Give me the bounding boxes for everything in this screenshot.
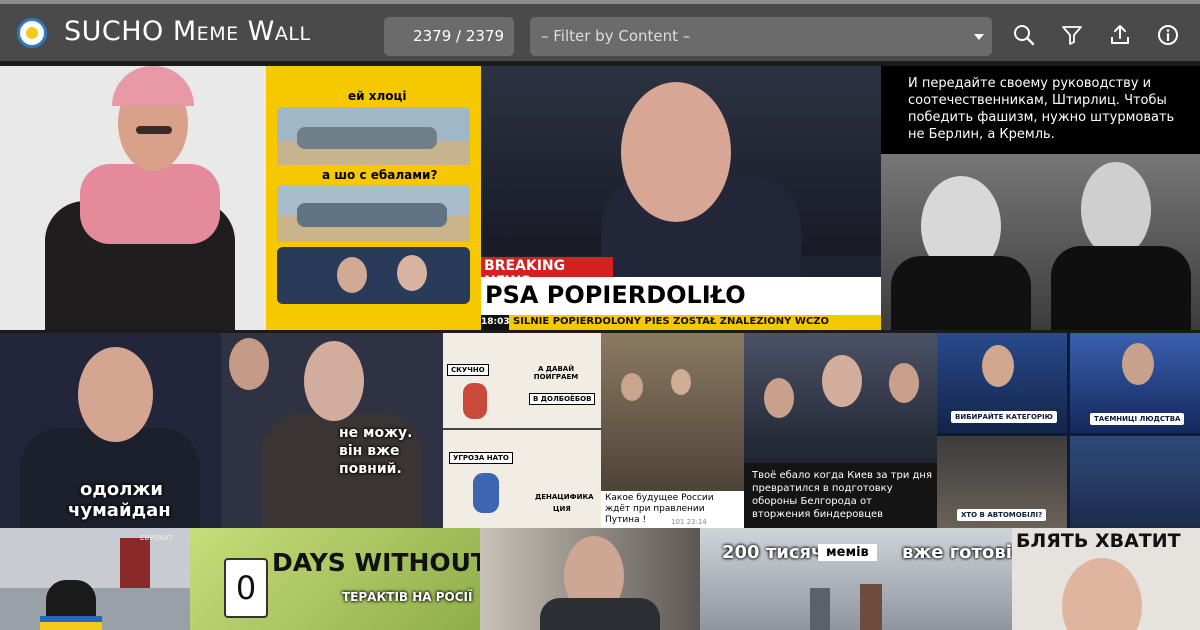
counter-card: 0 — [224, 558, 268, 618]
meme-caption: Твоё ебало когда Киев за три дня преврат… — [752, 470, 932, 520]
comic-label: УГРОЗА НАТО — [449, 452, 513, 464]
meme-tile-ne-mozhu[interactable]: не можу. він вже повний. — [221, 333, 443, 528]
sucho-logo-icon[interactable] — [17, 18, 47, 48]
news-ticker: SILNIE POPIERDOLONY PIES ZOSTAŁ ZNALEZIO… — [513, 316, 829, 327]
meme-caption: ТЕРАКТІВ НА РОСІЇ — [342, 590, 473, 604]
meme-caption: 200 тисяч — [722, 542, 824, 563]
meme-tile-comic-skuchno[interactable]: СКУЧНО А ДАВАЙ ПОИГРАЕМ В ДОЛБОЁБОВ УГРО… — [443, 333, 601, 528]
comic-label: СКУЧНО — [447, 364, 489, 376]
tv-label: ХТО В АВТОМОБІЛІ? — [957, 509, 1047, 521]
meme-caption: не можу. — [339, 425, 413, 441]
watermark: ЕВРОКАТ — [140, 534, 173, 542]
tv-label: ВИБИРАЙТЕ КАТЕГОРІЮ — [951, 411, 1057, 423]
meme-caption: ей хлоці — [348, 89, 407, 103]
app-title: SUCHO Meme Wall — [64, 16, 311, 47]
meme-tile-breaking-news[interactable]: BREAKING NEWS PSA POPIERDOLIŁO 18:03 SIL… — [481, 66, 881, 330]
meme-caption: а шо с ебалами? — [322, 168, 438, 182]
comic-label: ЦИЯ — [553, 505, 571, 513]
comic-label: А ДАВАЙ ПОИГРАЕМ — [533, 365, 579, 381]
comic-label: ДЕНАЦИФИКА — [535, 493, 594, 501]
meme-tile-future-russia[interactable]: Какое будущее России ждёт при правлении … — [601, 333, 744, 528]
post-meta: 101 23:14 — [671, 518, 707, 526]
chevron-down-icon — [974, 34, 984, 40]
meme-tile-tv-categories[interactable]: ВИБИРАЙТЕ КАТЕГОРІЮ ТАЄМНИЦІ ЛЮДСТВА ХТО… — [937, 333, 1200, 528]
news-headline: PSA POPIERDOLIŁO — [485, 281, 746, 309]
filter-icon[interactable] — [1060, 23, 1084, 47]
meme-caption: мемів — [818, 544, 877, 561]
filter-select-label: – Filter by Content – — [541, 27, 691, 45]
comic-label: В ДОЛБОЁБОВ — [529, 393, 596, 405]
meme-tile-woman-headscarf[interactable] — [0, 66, 266, 330]
meme-tile-days-without[interactable]: 0 DAYS WITHOUT ТЕРАКТІВ НА РОСІЇ — [190, 528, 480, 630]
meme-tile-200k-memes[interactable]: 200 тисяч мемів вже готові — [700, 528, 1012, 630]
meme-tile-car-hlopci[interactable]: ей хлоці а шо с ебалами? — [266, 66, 481, 330]
search-icon[interactable] — [1012, 23, 1036, 47]
meme-caption: БЛЯТЬ ХВАТИТ — [1016, 530, 1181, 552]
news-time: 18:03 — [481, 315, 510, 330]
meme-caption: И передайте своему руководству и соотече… — [908, 76, 1175, 142]
meme-tile-blyat-hvatit[interactable]: БЛЯТЬ ХВАТИТ — [1012, 528, 1200, 630]
app-header: SUCHO Meme Wall 2379 / 2379 – Filter by … — [0, 4, 1200, 61]
meme-caption: вже готові — [902, 542, 1012, 563]
meme-tile-chumaidan[interactable]: одолжи чумайдан — [0, 333, 221, 528]
meme-caption: DAYS WITHOUT — [272, 548, 480, 577]
meme-caption: повний. — [339, 461, 402, 477]
tv-label: ТАЄМНИЦІ ЛЮДСТВА — [1090, 413, 1185, 425]
meme-tile-shoigu-phone[interactable] — [480, 528, 700, 630]
item-counter: 2379 / 2379 — [384, 17, 514, 56]
meme-caption: він вже — [339, 443, 400, 459]
meme-tile-kremlin[interactable]: ЕВРОКАТ — [0, 528, 190, 630]
content-filter-select[interactable]: – Filter by Content – — [530, 17, 992, 56]
meme-caption: одолжи — [80, 479, 163, 500]
share-icon[interactable] — [1108, 23, 1132, 47]
meme-tile-belgorod[interactable]: Твоё ебало когда Киев за три дня преврат… — [744, 333, 937, 528]
info-icon[interactable] — [1156, 23, 1180, 47]
meme-caption: чумайдан — [68, 500, 171, 521]
meme-tile-stirlitz[interactable]: И передайте своему руководству и соотече… — [881, 66, 1200, 330]
